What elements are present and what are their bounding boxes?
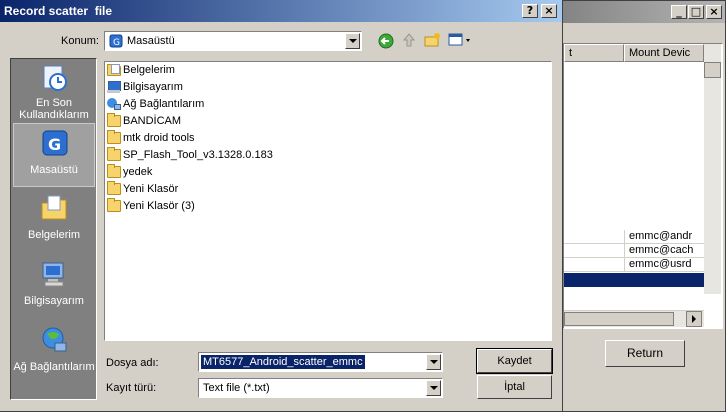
list-item[interactable]: Belgelerim xyxy=(107,62,175,79)
mount-device-cell: emmc@cach xyxy=(624,244,704,257)
network-icon xyxy=(107,98,121,111)
chevron-down-icon[interactable] xyxy=(345,33,360,49)
new-folder-icon[interactable] xyxy=(424,32,442,48)
file-name: SP_Flash_Tool_v3.1328.0.183 xyxy=(123,149,273,161)
dialog-title-bar[interactable]: Record scatter file ? × xyxy=(0,0,562,22)
desktop-icon: G xyxy=(42,130,68,156)
horizontal-scrollbar[interactable] xyxy=(564,310,704,327)
selected-row[interactable] xyxy=(564,273,704,287)
list-item[interactable]: SP_Flash_Tool_v3.1328.0.183 xyxy=(107,147,273,164)
file-name: Belgelerim xyxy=(123,64,175,76)
place-recent[interactable]: En Son Kullandıklarım xyxy=(13,61,95,125)
place-label: Ağ Bağlantılarım xyxy=(13,361,95,373)
place-computer[interactable]: Bilgisayarım xyxy=(13,255,95,319)
save-button[interactable]: Kaydet xyxy=(476,348,553,374)
filetype-label: Kayıt türü: xyxy=(106,382,157,394)
place-documents[interactable]: Belgelerim xyxy=(13,189,95,253)
svg-text:G: G xyxy=(48,135,61,154)
places-bar: En Son Kullandıklarım G Masaüstü Belgele… xyxy=(10,58,97,400)
list-item[interactable]: mtk droid tools xyxy=(107,130,195,147)
folder-icon xyxy=(107,113,121,128)
file-name: BANDİCAM xyxy=(123,115,182,127)
scroll-right-button[interactable] xyxy=(686,311,702,327)
location-label: Konum: xyxy=(61,35,99,47)
dialog-title: Record scatter file xyxy=(4,4,113,18)
place-label: En Son Kullandıklarım xyxy=(19,97,89,121)
folder-icon xyxy=(107,198,121,213)
place-label: Masaüstü xyxy=(30,164,78,176)
documents-folder-icon xyxy=(107,64,121,77)
file-list[interactable]: Belgelerim Bilgisayarım Ağ Bağlantılarım… xyxy=(104,61,552,341)
table-row[interactable]: emmc@cach xyxy=(564,244,704,258)
scrollbar-thumb[interactable] xyxy=(704,62,721,78)
filename-value: MT6577_Android_scatter_emmc xyxy=(201,355,365,369)
file-name: yedek xyxy=(123,166,153,178)
folder-icon xyxy=(107,130,121,145)
computer-icon xyxy=(42,262,64,287)
file-name: Yeni Klasör (3) xyxy=(123,200,195,212)
scrollbar-thumb[interactable] xyxy=(564,312,674,326)
save-dialog: Record scatter file ? × Konum: G Masaüst… xyxy=(0,0,563,412)
help-button[interactable]: ? xyxy=(522,4,538,18)
computer-icon xyxy=(107,81,121,94)
network-icon xyxy=(42,327,67,352)
minimize-button[interactable]: _ xyxy=(671,5,687,19)
back-icon[interactable] xyxy=(378,33,394,49)
chevron-down-icon[interactable] xyxy=(426,354,441,370)
list-item[interactable]: Yeni Klasör (3) xyxy=(107,198,195,215)
filetype-dropdown[interactable]: Text file (*.txt) xyxy=(198,378,443,398)
folder-icon xyxy=(107,147,121,162)
up-folder-icon[interactable] xyxy=(401,32,417,48)
filetype-value: Text file (*.txt) xyxy=(203,382,270,394)
list-item[interactable]: Ağ Bağlantılarım xyxy=(107,96,204,113)
place-label: Belgelerim xyxy=(28,229,80,241)
maximize-button[interactable]: □ xyxy=(688,5,704,19)
file-name: Ağ Bağlantılarım xyxy=(123,98,205,110)
return-button[interactable]: Return xyxy=(605,340,685,367)
location-dropdown[interactable]: G Masaüstü xyxy=(104,31,362,51)
table-row[interactable]: emmc@andr xyxy=(564,230,704,244)
folder-icon xyxy=(107,181,121,196)
chevron-down-icon[interactable] xyxy=(426,380,441,396)
column-header[interactable]: t xyxy=(564,44,624,62)
list-item[interactable]: Bilgisayarım xyxy=(107,79,183,96)
place-network[interactable]: Ağ Bağlantılarım xyxy=(13,321,95,385)
vertical-scrollbar[interactable] xyxy=(704,44,721,294)
cancel-button[interactable]: İptal xyxy=(477,375,552,399)
filename-input[interactable]: MT6577_Android_scatter_emmc xyxy=(198,352,443,372)
recent-clock-icon xyxy=(43,65,67,91)
svg-text:G: G xyxy=(113,38,120,48)
place-desktop[interactable]: G Masaüstü xyxy=(13,123,95,187)
column-header-mount-device[interactable]: Mount Devic xyxy=(624,44,704,62)
file-name: Yeni Klasör xyxy=(123,183,179,195)
background-title-bar: _ □ × xyxy=(549,1,725,23)
mount-device-cell: emmc@usrd xyxy=(624,258,704,271)
desktop-icon: G xyxy=(109,34,123,48)
view-menu-icon[interactable] xyxy=(448,33,472,47)
close-button[interactable]: × xyxy=(706,5,722,19)
filename-label: Dosya adı: xyxy=(106,357,159,369)
place-label: Bilgisayarım xyxy=(24,295,84,307)
file-name: Bilgisayarım xyxy=(123,81,183,93)
list-item[interactable]: yedek xyxy=(107,164,152,181)
table-row[interactable]: emmc@usrd xyxy=(564,258,704,272)
file-name: mtk droid tools xyxy=(123,132,195,144)
mount-device-cell: emmc@andr xyxy=(624,230,704,243)
partition-list[interactable]: t Mount Devic emmc@andr emmc@cach emmc@u… xyxy=(563,43,723,329)
documents-folder-icon xyxy=(41,195,67,220)
location-value: Masaüstü xyxy=(127,35,175,47)
folder-icon xyxy=(107,164,121,179)
background-window: _ □ × t Mount Devic emmc@andr emmc@cach … xyxy=(548,0,726,412)
list-item[interactable]: Yeni Klasör xyxy=(107,181,178,198)
list-item[interactable]: BANDİCAM xyxy=(107,113,181,130)
close-button[interactable]: × xyxy=(541,4,557,18)
